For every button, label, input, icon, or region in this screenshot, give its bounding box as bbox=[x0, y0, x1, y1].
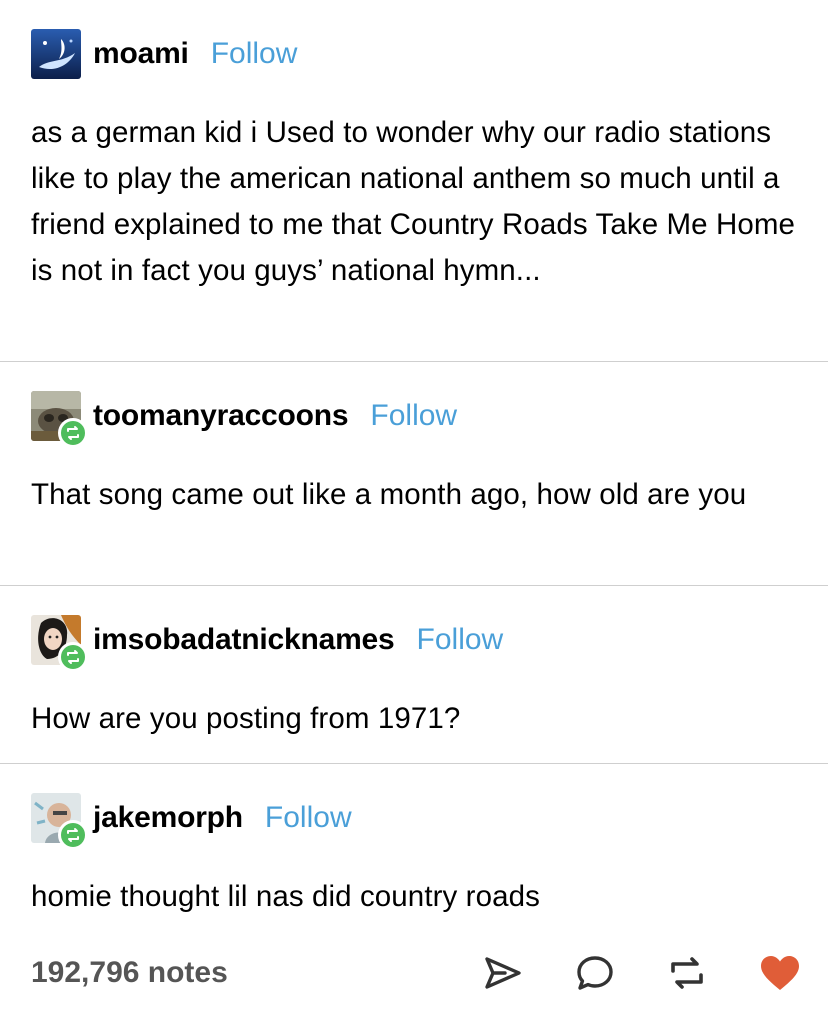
username[interactable]: moami bbox=[93, 37, 189, 71]
avatar[interactable] bbox=[31, 391, 88, 448]
post-header: imsobadatnicknames Follow bbox=[31, 614, 804, 672]
reblog-button[interactable] bbox=[667, 954, 707, 992]
reblog-post: toomanyraccoons Follow That song came ou… bbox=[0, 390, 828, 518]
username[interactable]: jakemorph bbox=[93, 801, 243, 835]
tumblr-post: moami Follow as a german kid i Used to w… bbox=[0, 0, 828, 1026]
divider bbox=[0, 763, 828, 764]
post-header: toomanyraccoons Follow bbox=[31, 390, 804, 448]
reblog-post: jakemorph Follow homie thought lil nas d… bbox=[0, 792, 828, 920]
username[interactable]: toomanyraccoons bbox=[93, 399, 349, 433]
username[interactable]: imsobadatnicknames bbox=[93, 623, 395, 657]
reblog-icon bbox=[67, 828, 79, 842]
original-post: moami Follow as a german kid i Used to w… bbox=[0, 28, 828, 294]
post-body: That song came out like a month ago, how… bbox=[31, 478, 747, 511]
reblog-badge bbox=[58, 418, 88, 448]
post-header: jakemorph Follow bbox=[31, 792, 804, 850]
share-icon bbox=[485, 957, 521, 989]
follow-button[interactable]: Follow bbox=[211, 37, 298, 71]
follow-button[interactable]: Follow bbox=[265, 801, 352, 835]
avatar-moami-icon bbox=[31, 29, 81, 79]
avatar[interactable] bbox=[31, 793, 88, 850]
reply-icon bbox=[577, 956, 613, 990]
post-body: How are you posting from 1971? bbox=[31, 702, 461, 735]
divider bbox=[0, 585, 828, 586]
avatar[interactable] bbox=[31, 29, 81, 79]
reblog-badge bbox=[58, 642, 88, 672]
reblog-icon bbox=[67, 650, 79, 664]
follow-button[interactable]: Follow bbox=[370, 399, 457, 433]
notes-count[interactable]: 192,796 notes bbox=[31, 956, 228, 990]
reblog-post: imsobadatnicknames Follow How are you po… bbox=[0, 614, 828, 742]
like-icon bbox=[761, 956, 799, 990]
post-header: moami Follow bbox=[31, 28, 804, 80]
post-footer: 192,796 notes bbox=[31, 948, 801, 998]
share-button[interactable] bbox=[483, 955, 523, 991]
like-button[interactable] bbox=[759, 954, 801, 992]
reply-button[interactable] bbox=[575, 954, 615, 992]
avatar[interactable] bbox=[31, 615, 88, 672]
divider bbox=[0, 361, 828, 362]
post-body: as a german kid i Used to wonder why our… bbox=[31, 116, 796, 287]
reblog-badge bbox=[58, 820, 88, 850]
reblog-icon bbox=[671, 957, 703, 989]
reblog-icon bbox=[67, 426, 79, 440]
post-actions bbox=[483, 954, 801, 992]
post-body: homie thought lil nas did country roads bbox=[31, 880, 540, 913]
follow-button[interactable]: Follow bbox=[417, 623, 504, 657]
